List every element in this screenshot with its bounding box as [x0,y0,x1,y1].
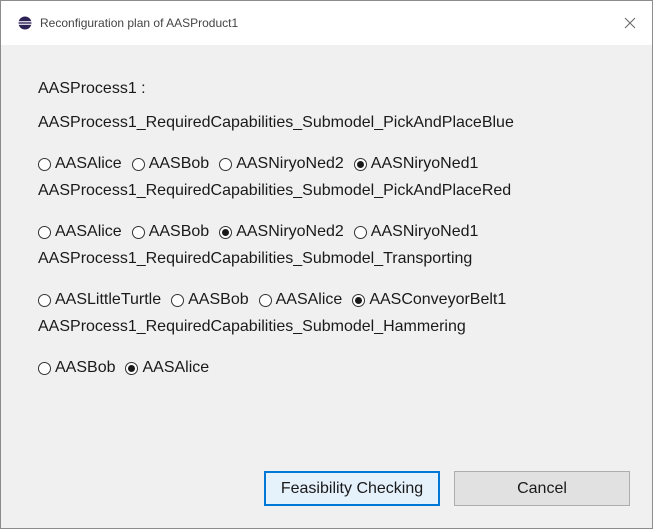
radio-option-label: AASBob [148,223,210,240]
capability-label: AASProcess1_RequiredCapabilities_Submode… [38,318,466,335]
capability-groups: AASProcess1_RequiredCapabilities_Submode… [38,113,642,385]
feasibility-checking-button[interactable]: Feasibility Checking [264,471,440,506]
radio-option-label: AASBob [148,155,210,172]
radio-selected[interactable] [125,361,139,375]
radio-option[interactable]: AASBob [38,359,115,377]
radio-unselected[interactable] [219,157,233,171]
radio-option[interactable]: AASBob [171,291,249,309]
radio-option[interactable]: AASNiryoNed1 [353,223,479,241]
radio-option-label: AASBob [55,359,116,376]
radio-option-label: AASNiryoNed1 [370,223,479,240]
capability-label: AASProcess1_RequiredCapabilities_Submode… [38,182,512,199]
radio-option[interactable]: AASAlice [38,223,122,241]
radio-group: AASAlice AASBob AASNiryoNed2 AASNiryoNed1 [38,147,642,181]
capability-label: AASProcess1_RequiredCapabilities_Submode… [38,250,473,267]
close-button[interactable] [608,1,652,45]
title-bar: Reconfiguration plan of AASProduct1 [1,1,652,45]
radio-option[interactable]: AASBob [131,155,210,173]
radio-option[interactable]: AASLittleTurtle [38,291,161,309]
radio-unselected[interactable] [38,157,51,171]
radio-selected[interactable] [352,293,366,307]
radio-unselected[interactable] [171,293,185,307]
radio-option-label: AASAlice [275,291,343,308]
radio-group: AASBob AASAlice [38,351,642,385]
radio-option[interactable]: AASNiryoNed1 [353,155,479,173]
radio-option-label: AASNiryoNed2 [236,223,344,240]
radio-unselected[interactable] [131,157,145,171]
radio-option[interactable]: AASConveyorBelt1 [352,291,506,309]
radio-option-label: AASNiryoNed2 [236,155,344,172]
radio-group: AASAlice AASBob AASNiryoNed2 AASNiryoNed1 [38,215,642,249]
radio-option[interactable]: AASNiryoNed2 [219,223,344,241]
radio-option[interactable]: AASNiryoNed2 [219,155,344,173]
radio-option[interactable]: AASBob [131,223,210,241]
radio-option-label: AASLittleTurtle [55,291,162,308]
radio-option-label: AASNiryoNed1 [370,155,479,172]
cancel-button[interactable]: Cancel [454,471,630,506]
radio-unselected[interactable] [38,293,51,307]
window-title: Reconfiguration plan of AASProduct1 [40,16,239,30]
eclipse-app-icon [18,16,32,30]
radio-unselected[interactable] [258,293,272,307]
radio-selected[interactable] [353,157,367,171]
radio-option-label: AASConveyorBelt1 [369,291,507,308]
radio-unselected[interactable] [38,225,51,239]
reconfiguration-dialog: Reconfiguration plan of AASProduct1 AASP… [0,0,653,529]
radio-selected[interactable] [219,225,233,239]
plan-content: AASProcess1 : AASProcess1_RequiredCapabi… [38,79,642,385]
capability-label: AASProcess1_RequiredCapabilities_Submode… [38,114,514,131]
process-label: AASProcess1 : [38,80,146,97]
radio-unselected[interactable] [38,361,51,375]
close-icon [624,17,636,29]
radio-option-label: AASBob [188,291,249,308]
radio-option-label: AASAlice [55,155,122,172]
radio-option[interactable]: AASAlice [258,291,343,309]
radio-option[interactable]: AASAlice [125,359,209,377]
radio-option-label: AASAlice [142,359,210,376]
radio-option[interactable]: AASAlice [38,155,122,173]
radio-group: AASLittleTurtle AASBob AASAlice AASConveyor… [38,283,642,317]
radio-unselected[interactable] [131,225,145,239]
radio-option-label: AASAlice [55,223,122,240]
radio-unselected[interactable] [353,225,367,239]
